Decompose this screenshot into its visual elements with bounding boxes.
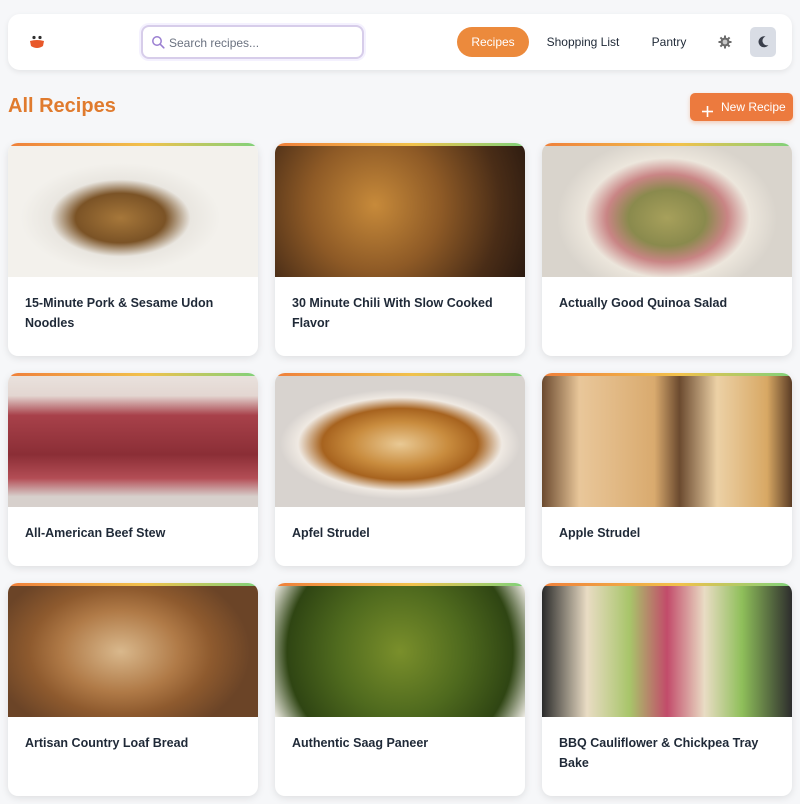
recipe-card[interactable]: Apfel Strudel	[275, 373, 525, 566]
search-input[interactable]	[169, 32, 354, 54]
nav-pantry-button[interactable]: Pantry	[643, 27, 695, 57]
recipe-title: 30 Minute Chili With Slow Cooked Flavor	[292, 296, 493, 330]
recipe-title: Authentic Saag Paneer	[292, 736, 429, 750]
plus-icon	[701, 100, 714, 128]
recipe-image	[275, 376, 525, 507]
recipe-image	[275, 146, 525, 277]
recipe-title: Actually Good Quinoa Salad	[559, 296, 728, 310]
recipe-image	[542, 586, 792, 717]
chef-hat-logo-icon[interactable]	[28, 33, 46, 51]
nav-recipes-button[interactable]: Recipes	[457, 27, 529, 57]
recipe-title: All-American Beef Stew	[25, 526, 166, 540]
recipe-image	[542, 376, 792, 507]
recipe-card[interactable]: 30 Minute Chili With Slow Cooked Flavor	[275, 143, 525, 356]
recipe-title: Artisan Country Loaf Bread	[25, 736, 189, 750]
recipe-image	[8, 146, 258, 277]
search-icon	[151, 35, 165, 49]
top-navbar: Recipes Shopping List Pantry	[8, 14, 792, 70]
recipe-card[interactable]: All-American Beef Stew	[8, 373, 258, 566]
recipe-title: 15-Minute Pork & Sesame Udon Noodles	[25, 296, 214, 330]
recipe-title: Apple Strudel	[559, 526, 641, 540]
recipe-card[interactable]: Actually Good Quinoa Salad	[542, 143, 792, 356]
search-box[interactable]	[141, 25, 364, 59]
recipe-image	[542, 146, 792, 277]
recipe-card[interactable]: BBQ Cauliflower & Chickpea Tray Bake	[542, 583, 792, 796]
recipe-card[interactable]: Artisan Country Loaf Bread	[8, 583, 258, 796]
recipe-image	[275, 586, 525, 717]
recipe-image	[8, 586, 258, 717]
page-title: All Recipes	[8, 95, 116, 117]
recipe-card[interactable]: 15-Minute Pork & Sesame Udon Noodles	[8, 143, 258, 356]
recipe-title: Apfel Strudel	[292, 526, 370, 540]
new-recipe-label: New Recipe	[721, 100, 786, 114]
recipe-image	[8, 376, 258, 507]
theme-toggle-button[interactable]	[750, 27, 776, 57]
recipe-card[interactable]: Apple Strudel	[542, 373, 792, 566]
nav-shopping-list-button[interactable]: Shopping List	[538, 27, 628, 57]
gear-icon[interactable]	[718, 35, 732, 49]
recipe-card[interactable]: Authentic Saag Paneer	[275, 583, 525, 796]
recipe-title: BBQ Cauliflower & Chickpea Tray Bake	[559, 736, 759, 770]
new-recipe-button[interactable]: New Recipe	[690, 93, 793, 121]
